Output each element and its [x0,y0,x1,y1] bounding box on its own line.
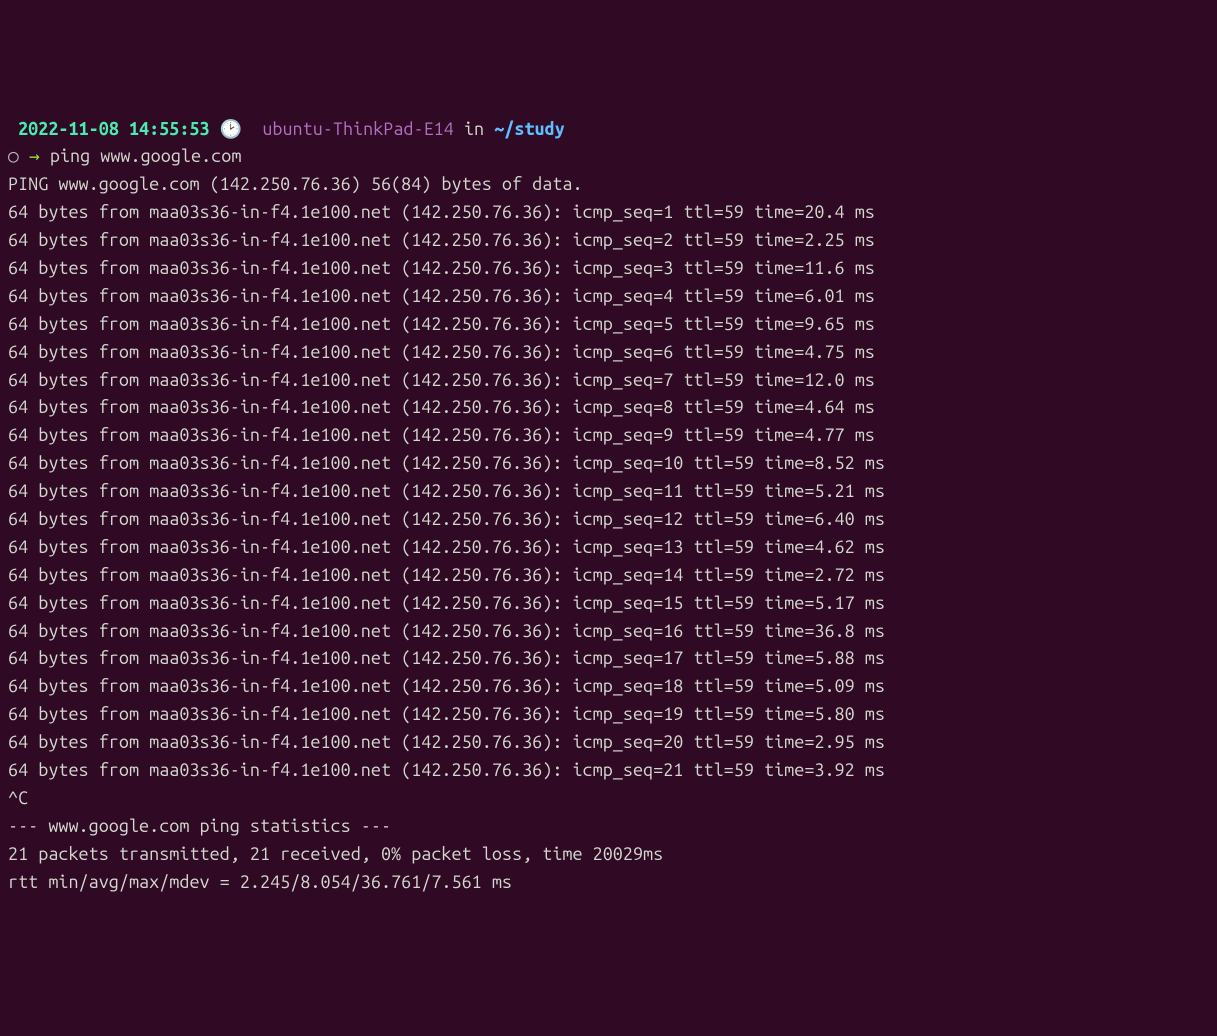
prompt-circle-icon: ○ [8,146,19,166]
prompt-hostname: ubuntu-ThinkPad-E14 [262,119,454,139]
command-text: ping www.google.com [50,146,242,166]
stats-line-1: 21 packets transmitted, 21 received, 0% … [8,841,1209,869]
interrupt-line: ^C [8,785,1209,813]
stats-header: --- www.google.com ping statistics --- [8,813,1209,841]
stats-line-2: rtt min/avg/max/mdev = 2.245/8.054/36.76… [8,869,1209,897]
prompt-in-text: in [464,119,484,139]
ping-header: PING www.google.com (142.250.76.36) 56(8… [8,171,1209,199]
prompt-timestamp: 2022-11-08 14:55:53 [18,119,210,139]
command-line[interactable]: ○ → ping www.google.com [8,143,1209,171]
ping-output-rows: 64 bytes from maa03s36-in-f4.1e100.net (… [8,199,1209,785]
clock-icon: 🕑 [220,119,242,139]
prompt-path: ~/study [494,119,565,139]
prompt-arrow-icon: → [29,146,40,166]
prompt-line: 2022-11-08 14:55:53 🕑 ubuntu-ThinkPad-E1… [8,116,1209,144]
